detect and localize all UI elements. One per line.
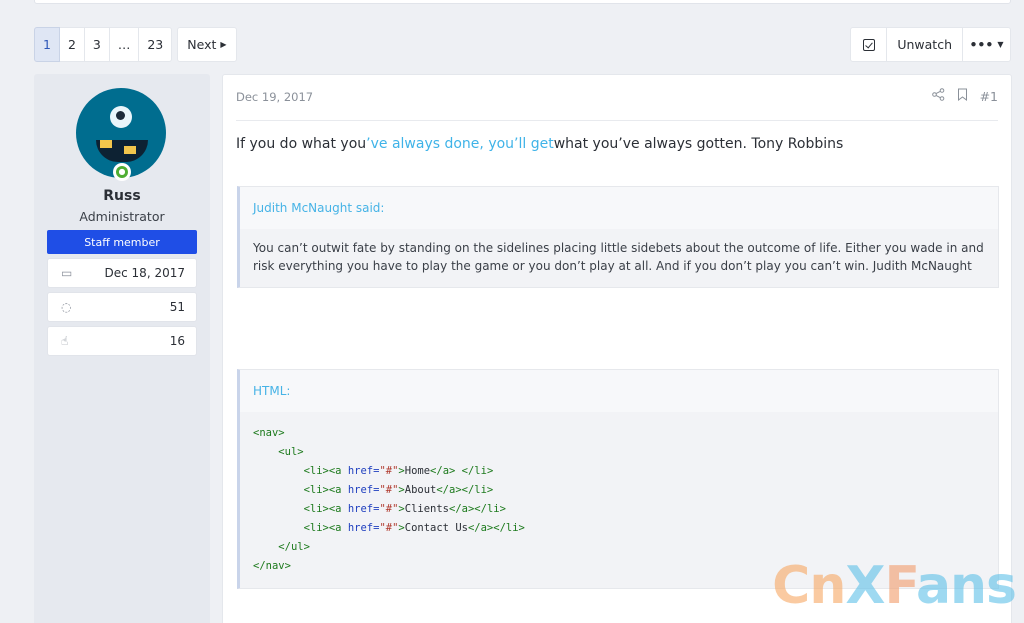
quote-block: Judith McNaught said: You can’t outwit f… <box>237 186 999 288</box>
quote-author-link[interactable]: Judith McNaught said: <box>240 187 998 229</box>
post-date[interactable]: Dec 19, 2017 <box>236 90 313 104</box>
calendar-icon: ▭ <box>61 266 73 280</box>
user-joined-stat: ▭ Dec 18, 2017 <box>47 258 197 288</box>
page-23-link[interactable]: 23 <box>139 27 173 62</box>
thread-toolbar: Unwatch ••• ▼ <box>850 27 1011 62</box>
post-highlight: ’ve always done, you’ll get <box>366 136 554 152</box>
username[interactable]: Russ <box>34 188 210 204</box>
page-ellipsis[interactable]: … <box>109 27 140 62</box>
quote-body: You can’t outwit fate by standing on the… <box>240 229 998 287</box>
joined-date: Dec 18, 2017 <box>104 266 185 280</box>
code-line: <li><a href="#">About</a></li> <box>303 484 494 496</box>
code-line: <ul> <box>278 446 304 458</box>
comments-icon: ◌ <box>61 300 72 314</box>
code-line: <nav> <box>253 427 285 439</box>
user-reactions-stat: ☝ 16 <box>47 326 197 356</box>
chevron-right-icon: ▶ <box>220 40 227 49</box>
previous-card <box>34 0 1011 4</box>
reactions-count: 16 <box>169 334 185 348</box>
caret-down-icon: ▼ <box>997 40 1004 49</box>
code-language-label: HTML: <box>240 370 998 412</box>
next-page-button[interactable]: Next ▶ <box>177 27 237 62</box>
user-role: Administrator <box>79 209 165 224</box>
bookmark-icon[interactable] <box>957 88 968 104</box>
avatar-eye <box>110 106 132 128</box>
next-label: Next <box>187 37 217 52</box>
post-actions: #1 <box>931 88 998 104</box>
more-options-button[interactable]: ••• ▼ <box>962 28 1010 61</box>
post-divider <box>236 120 998 121</box>
unwatch-button[interactable]: Unwatch <box>886 28 962 61</box>
check-square-icon <box>862 38 875 51</box>
page-2-link[interactable]: 2 <box>59 27 85 62</box>
thumbs-up-icon: ☝ <box>61 334 69 348</box>
watermark-logo: CnXFans <box>772 556 1017 616</box>
user-panel: ● Russ Administrator Staff member ▭ Dec … <box>34 74 210 623</box>
pagination: 1 2 3 … 23 Next ▶ <box>34 27 237 62</box>
post-body: If you do what you’ve always done, you’l… <box>236 136 844 152</box>
more-dots-icon: ••• <box>969 37 994 52</box>
staff-badge: Staff member <box>47 230 197 254</box>
code-line: </ul> <box>278 541 310 553</box>
page-1-link[interactable]: 1 <box>34 27 60 62</box>
code-line: <li><a href="#">Clients</a></li> <box>303 503 506 515</box>
select-thread-button[interactable] <box>851 28 886 61</box>
user-messages-stat: ◌ 51 <box>47 292 197 322</box>
online-status-icon: ● <box>113 163 131 181</box>
share-icon[interactable] <box>931 88 945 104</box>
code-line: <li><a href="#">Contact Us</a></li> <box>303 522 525 534</box>
page-3-link[interactable]: 3 <box>84 27 110 62</box>
post-number-link[interactable]: #1 <box>980 89 998 104</box>
messages-count: 51 <box>169 300 185 314</box>
code-line: <li><a href="#">Home</a> </li> <box>303 465 494 477</box>
post: Dec 19, 2017 #1 If you do what you’ve al… <box>222 74 1012 623</box>
